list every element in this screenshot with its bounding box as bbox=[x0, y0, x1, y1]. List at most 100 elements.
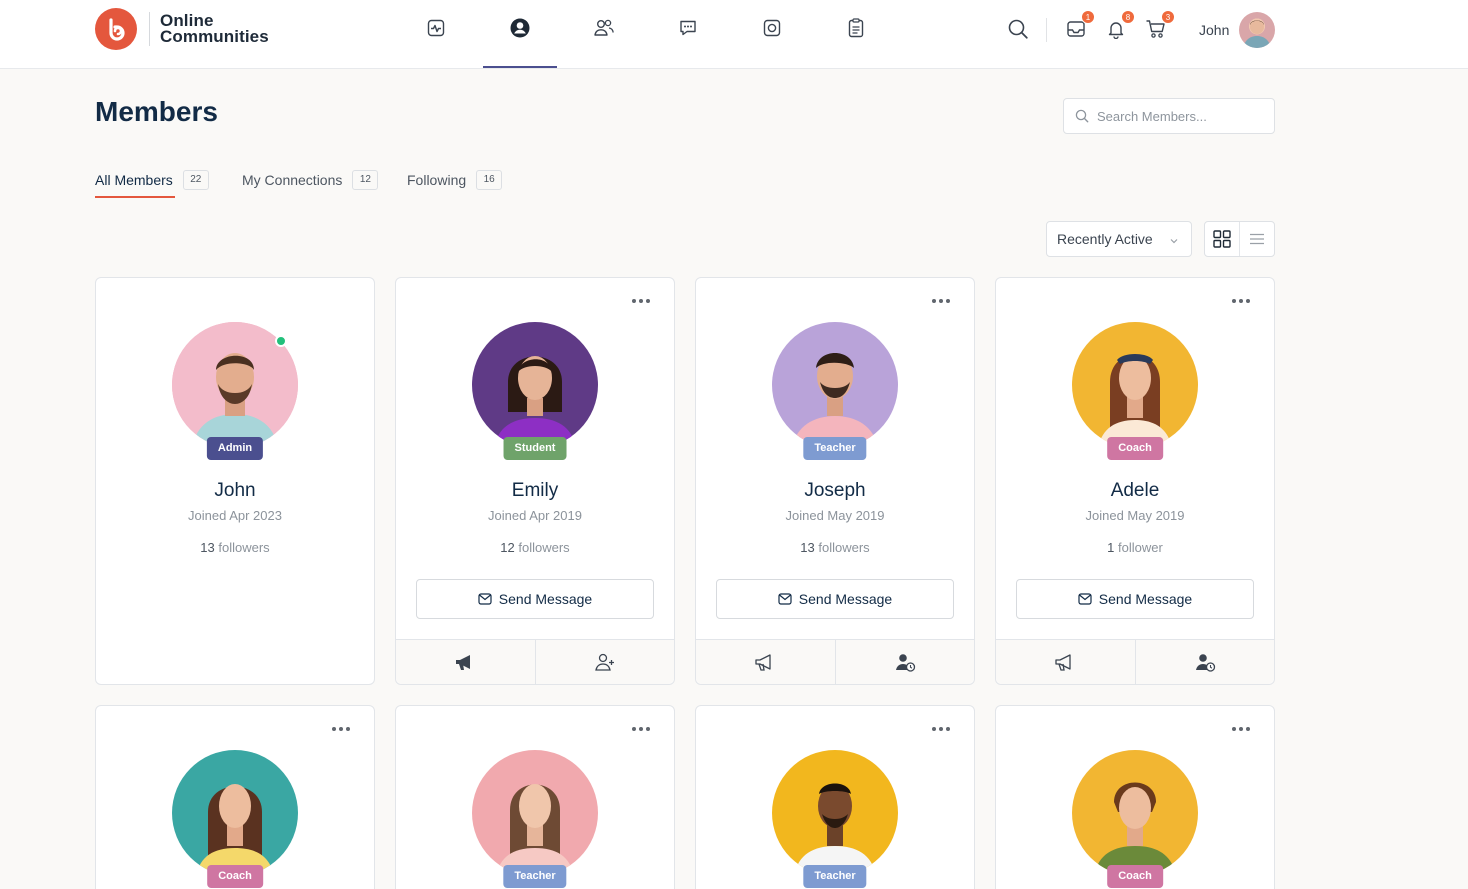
member-avatar[interactable] bbox=[172, 750, 298, 876]
nav-groups-icon[interactable] bbox=[590, 14, 618, 42]
send-message-button[interactable]: Send Message bbox=[716, 579, 954, 619]
more-options-icon[interactable] bbox=[932, 724, 952, 734]
envelope-icon bbox=[478, 593, 492, 605]
list-view-button[interactable] bbox=[1239, 222, 1274, 256]
view-toggle bbox=[1204, 221, 1275, 257]
megaphone-icon bbox=[1055, 654, 1071, 671]
cart-badge: 3 bbox=[1161, 10, 1175, 24]
pending-connection-button[interactable] bbox=[834, 640, 975, 684]
connection-pending-icon bbox=[1195, 654, 1215, 672]
member-joined: Joined Apr 2023 bbox=[188, 508, 282, 523]
site-logo[interactable]: Online Communities bbox=[95, 8, 269, 50]
connection-pending-icon bbox=[895, 654, 915, 672]
member-followers: 1 follower bbox=[996, 540, 1274, 555]
logo-divider bbox=[149, 12, 150, 46]
member-name[interactable]: Adele bbox=[996, 480, 1274, 502]
tab-label: Following bbox=[407, 172, 467, 188]
send-message-label: Send Message bbox=[798, 591, 893, 607]
member-card: Teacher bbox=[695, 705, 975, 889]
role-badge: Teacher bbox=[503, 865, 567, 888]
connect-button[interactable] bbox=[534, 640, 675, 684]
sort-select[interactable]: Recently Active bbox=[1046, 221, 1192, 257]
member-card: Coach bbox=[995, 705, 1275, 889]
megaphone-icon bbox=[755, 654, 771, 671]
more-options-icon[interactable] bbox=[932, 296, 952, 306]
cart-icon[interactable]: 3 bbox=[1143, 10, 1175, 42]
search-members-input[interactable] bbox=[1097, 108, 1267, 124]
envelope-icon bbox=[1078, 593, 1092, 605]
member-avatar[interactable] bbox=[772, 750, 898, 876]
member-card: Admin John Joined Apr 2023 13 followers bbox=[95, 277, 375, 685]
tab-all-members[interactable]: All Members 22 bbox=[95, 170, 209, 190]
member-followers: 13 followers bbox=[96, 540, 374, 555]
followers-count: 1 bbox=[1107, 540, 1115, 555]
member-joined: Joined May 2019 bbox=[1085, 508, 1185, 523]
notifications-icon[interactable]: 8 bbox=[1103, 10, 1135, 42]
messages-icon[interactable]: 1 bbox=[1063, 10, 1095, 42]
list-icon bbox=[1248, 232, 1266, 246]
nav-active-indicator bbox=[483, 66, 557, 68]
member-avatar[interactable] bbox=[472, 750, 598, 876]
more-options-icon[interactable] bbox=[332, 724, 352, 734]
tab-count: 12 bbox=[352, 170, 379, 190]
member-avatar[interactable] bbox=[472, 322, 598, 448]
member-followers: 12 followers bbox=[396, 540, 674, 555]
follow-button[interactable] bbox=[396, 640, 535, 684]
tab-count: 22 bbox=[182, 170, 209, 190]
online-status-dot bbox=[275, 335, 287, 347]
followers-count: 13 bbox=[200, 540, 215, 555]
member-card: Teacher bbox=[395, 705, 675, 889]
search-members-box[interactable] bbox=[1063, 98, 1275, 134]
followers-count: 13 bbox=[800, 540, 815, 555]
role-badge: Coach bbox=[207, 865, 263, 888]
notifications-badge: 8 bbox=[1121, 10, 1135, 24]
nav-activity-icon[interactable] bbox=[422, 14, 450, 42]
follow-button[interactable] bbox=[996, 640, 1135, 684]
member-name[interactable]: Joseph bbox=[696, 480, 974, 502]
nav-forums-icon[interactable] bbox=[674, 14, 702, 42]
logo-mark-icon bbox=[95, 8, 137, 50]
send-message-button[interactable]: Send Message bbox=[1016, 579, 1254, 619]
role-badge: Coach bbox=[1107, 865, 1163, 888]
nav-documents-icon[interactable] bbox=[842, 14, 870, 42]
card-actions bbox=[696, 639, 974, 684]
followers-label: followers bbox=[218, 540, 270, 555]
add-connection-icon bbox=[594, 653, 614, 671]
role-badge: Teacher bbox=[803, 865, 867, 888]
pending-connection-button[interactable] bbox=[1134, 640, 1275, 684]
card-actions bbox=[996, 639, 1274, 684]
more-options-icon[interactable] bbox=[1232, 296, 1252, 306]
more-options-icon[interactable] bbox=[632, 724, 652, 734]
megaphone-filled-icon bbox=[456, 655, 471, 670]
role-badge: Admin bbox=[206, 437, 264, 460]
user-avatar[interactable] bbox=[1239, 12, 1275, 48]
logo-text: Online Communities bbox=[160, 12, 269, 45]
send-message-button[interactable]: Send Message bbox=[416, 579, 654, 619]
user-name[interactable]: John bbox=[1199, 22, 1229, 38]
followers-label: followers bbox=[518, 540, 570, 555]
more-options-icon[interactable] bbox=[632, 296, 652, 306]
member-card: Teacher Joseph Joined May 2019 13 follow… bbox=[695, 277, 975, 685]
grid-icon bbox=[1212, 229, 1232, 249]
member-avatar[interactable] bbox=[1072, 322, 1198, 448]
header-divider bbox=[1046, 18, 1047, 42]
site-header: Online Communities 1 8 3 John bbox=[0, 0, 1468, 69]
member-avatar[interactable] bbox=[772, 322, 898, 448]
tab-count: 16 bbox=[476, 170, 503, 190]
nav-photos-icon[interactable] bbox=[758, 14, 786, 42]
followers-label: followers bbox=[818, 540, 870, 555]
member-name[interactable]: John bbox=[96, 480, 374, 502]
tab-following[interactable]: Following 16 bbox=[407, 170, 503, 190]
chevron-down-icon bbox=[1169, 233, 1179, 249]
follow-button[interactable] bbox=[696, 640, 835, 684]
messages-badge: 1 bbox=[1081, 10, 1095, 24]
send-message-label: Send Message bbox=[1098, 591, 1193, 607]
grid-view-button[interactable] bbox=[1205, 222, 1239, 256]
more-options-icon[interactable] bbox=[1232, 724, 1252, 734]
member-card: Coach Adele Joined May 2019 1 follower S… bbox=[995, 277, 1275, 685]
search-icon[interactable] bbox=[1005, 16, 1031, 42]
member-name[interactable]: Emily bbox=[396, 480, 674, 502]
member-avatar[interactable] bbox=[1072, 750, 1198, 876]
tab-my-connections[interactable]: My Connections 12 bbox=[242, 170, 379, 190]
nav-profile-icon[interactable] bbox=[506, 14, 534, 42]
